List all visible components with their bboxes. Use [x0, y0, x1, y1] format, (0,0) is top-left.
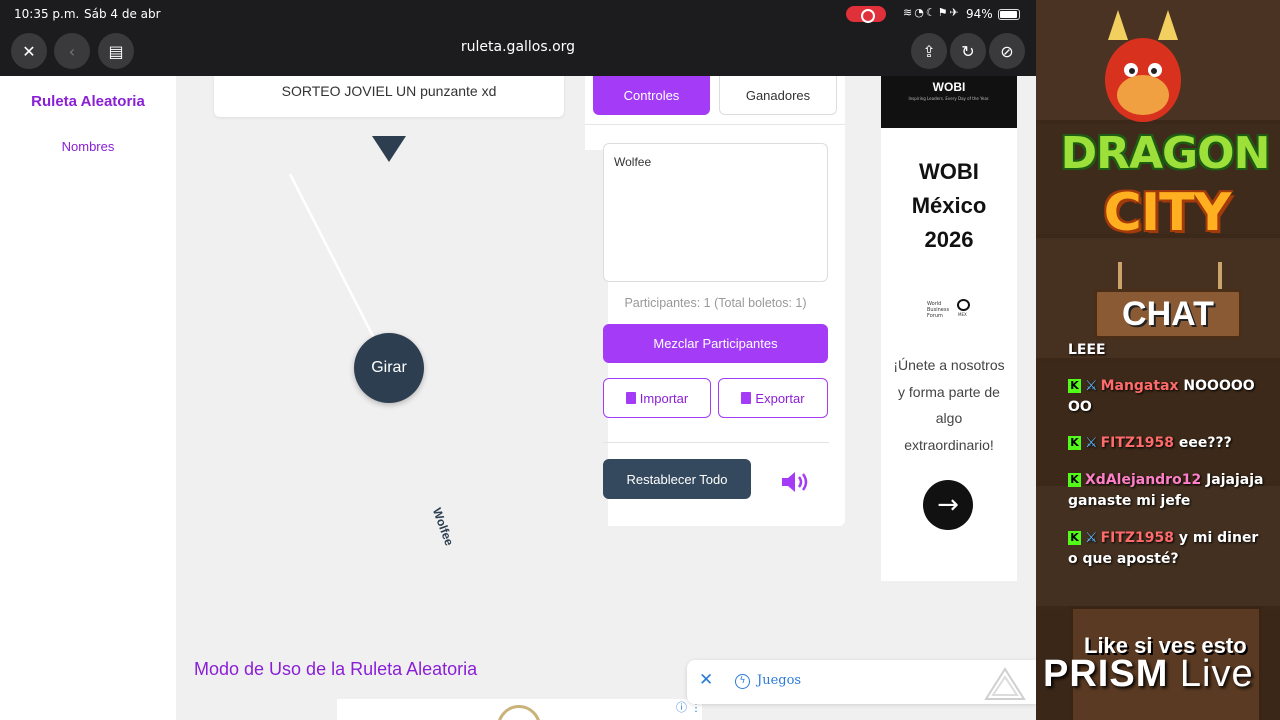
- file-import-icon: [625, 392, 636, 404]
- sign-rope: [1118, 262, 1122, 292]
- spin-button[interactable]: Girar: [354, 333, 424, 403]
- back-icon[interactable]: ‹: [54, 33, 90, 69]
- ad-title-line: 2026: [924, 227, 974, 252]
- dragon-city-logo-bottom: CITY: [1103, 183, 1232, 243]
- ad-copy-line: y forma parte de: [898, 383, 1000, 400]
- file-export-icon: [741, 392, 752, 404]
- chat-text: eee???: [1178, 435, 1232, 451]
- games-link[interactable]: Juegos: [757, 673, 801, 688]
- export-label: Exportar: [755, 390, 805, 406]
- ad-title-line: México: [911, 193, 987, 218]
- sword-badge-icon: ⚔: [1085, 378, 1098, 394]
- sidebar: Ruleta Aleatoria Nombres: [0, 76, 176, 720]
- close-icon[interactable]: ✕: [699, 670, 713, 690]
- ipad-screen: 10:35 p.m. Sáb 4 de abr ≋◔☾⚑✈ 94% ✕ ‹ ▤ …: [0, 0, 1036, 720]
- wheel-needle: [288, 173, 378, 343]
- chat-username: FITZ1958: [1100, 435, 1175, 451]
- import-label: Importar: [639, 390, 689, 406]
- share-icon[interactable]: ⇪: [911, 33, 947, 69]
- sword-badge-icon: ⚔: [1085, 530, 1098, 546]
- chat-message: K ⚔ FITZ1958 y mi diner o que aposté?: [1068, 528, 1272, 570]
- url-bar[interactable]: ruleta.gallos.org: [418, 39, 618, 55]
- kick-badge-icon: K: [1068, 531, 1081, 545]
- speaker-icon[interactable]: [780, 469, 812, 495]
- prism-suffix: Live: [1179, 653, 1254, 695]
- reset-button[interactable]: Restablecer Todo: [603, 459, 751, 499]
- ad-org-suffix: MEX: [958, 312, 967, 317]
- ad-copy: ¡Únete a nosotros y forma parte de algo …: [885, 352, 1013, 458]
- sign-rope: [1218, 262, 1222, 292]
- chat-message: LEEE: [1068, 340, 1272, 361]
- shuffle-button[interactable]: Mezclar Participantes: [603, 324, 828, 363]
- kick-badge-icon: K: [1068, 473, 1081, 487]
- prism-brand: PRISM: [1043, 653, 1169, 695]
- ad-logo: WOBI: [932, 80, 966, 94]
- browser-toolbar: ✕ ‹ ▤ ruleta.gallos.org ⇪ ↻ ⊘: [0, 28, 1036, 76]
- wheel-entry-label: Wolfee: [429, 506, 457, 548]
- tab-ganadores[interactable]: Ganadores: [719, 76, 837, 115]
- chat-text: LEEE: [1068, 342, 1106, 358]
- kick-badge-icon: K: [1068, 379, 1081, 393]
- divider: [585, 124, 845, 125]
- status-time: 10:35 p.m.: [14, 7, 80, 21]
- ad-title-line: WOBI: [919, 159, 979, 184]
- ad-org-logo-icon: [957, 299, 970, 311]
- chat-message: K ⚔ FITZ1958 eee???: [1068, 433, 1272, 454]
- sword-badge-icon: ⚔: [1085, 435, 1098, 451]
- battery-percent: 94%: [966, 7, 993, 21]
- web-page: Ruleta Aleatoria Nombres SORTEO JOVIEL U…: [0, 76, 1036, 720]
- import-button[interactable]: Importar: [603, 378, 711, 418]
- chat-message: K ⚔ Mangatax NOOOOO OO: [1068, 376, 1272, 418]
- screen-recording-icon[interactable]: [846, 6, 886, 23]
- triangle-logo-icon: [984, 667, 1026, 700]
- compass-icon[interactable]: ⊘: [989, 33, 1025, 69]
- games-bar: ✕ ϟ Juegos: [687, 660, 1036, 704]
- screen: 10:35 p.m. Sáb 4 de abr ≋◔☾⚑✈ 94% ✕ ‹ ▤ …: [0, 0, 1280, 720]
- ad-emblem-icon: [497, 705, 541, 720]
- status-date: Sáb 4 de abr: [84, 7, 161, 21]
- ad-tagline: Inspiring Leaders. Every Day of the Year…: [908, 96, 990, 101]
- chat-username: XdAlejandro12: [1085, 472, 1202, 488]
- site-brand[interactable]: Ruleta Aleatoria: [0, 93, 176, 110]
- tabs-icon[interactable]: ▤: [98, 33, 134, 69]
- divider: [603, 442, 829, 443]
- chat-message: K XdAlejandro12 Jajajaja ganaste mi jefe: [1068, 470, 1272, 512]
- ad-header: WOBI Inspiring Leaders. Every Day of the…: [881, 76, 1017, 128]
- dragon-city-logo-top: DRAGON: [1060, 128, 1271, 179]
- system-icons: ≋◔☾⚑✈: [903, 6, 961, 19]
- close-icon[interactable]: ✕: [11, 33, 47, 69]
- bottom-ad[interactable]: ⓘ ⋮: [337, 699, 702, 720]
- status-bar: 10:35 p.m. Sáb 4 de abr ≋◔☾⚑✈ 94%: [0, 0, 1036, 28]
- chat-sign: CHAT: [1094, 289, 1242, 339]
- ad-org-line: Forum: [927, 313, 943, 319]
- chat-username: Mangatax: [1100, 378, 1179, 394]
- ad-copy-line: ¡Únete a nosotros: [893, 357, 1005, 373]
- dragon-mascot-icon: [1105, 10, 1181, 122]
- ad-copy-line: algo: [935, 410, 963, 426]
- sidebar-item-nombres[interactable]: Nombres: [0, 139, 176, 154]
- participants-count: Participantes: 1 (Total boletos: 1): [624, 296, 807, 310]
- ad-org-name: World Business Forum: [927, 301, 949, 319]
- tab-controles[interactable]: Controles: [593, 76, 710, 115]
- prism-live-watermark: PRISM Live: [1043, 653, 1254, 696]
- ad-banner[interactable]: WOBI Inspiring Leaders. Every Day of the…: [881, 76, 1017, 581]
- battery-icon: [998, 9, 1020, 20]
- kick-badge-icon: K: [1068, 436, 1081, 450]
- howto-heading: Modo de Uso de la Ruleta Aleatoria: [194, 659, 478, 679]
- chat-username: FITZ1958: [1100, 530, 1175, 546]
- names-textarea[interactable]: Wolfee: [603, 143, 828, 282]
- ad-title: WOBI México 2026: [881, 155, 1017, 257]
- ad-copy-line: extraordinario!: [904, 436, 994, 453]
- raffle-title: SORTEO JOVIEL UN punzante xd: [214, 76, 564, 117]
- reload-icon[interactable]: ↻: [950, 33, 986, 69]
- arrow-right-icon[interactable]: →: [923, 480, 973, 530]
- export-button[interactable]: Exportar: [718, 378, 828, 418]
- bolt-icon: ϟ: [735, 674, 750, 689]
